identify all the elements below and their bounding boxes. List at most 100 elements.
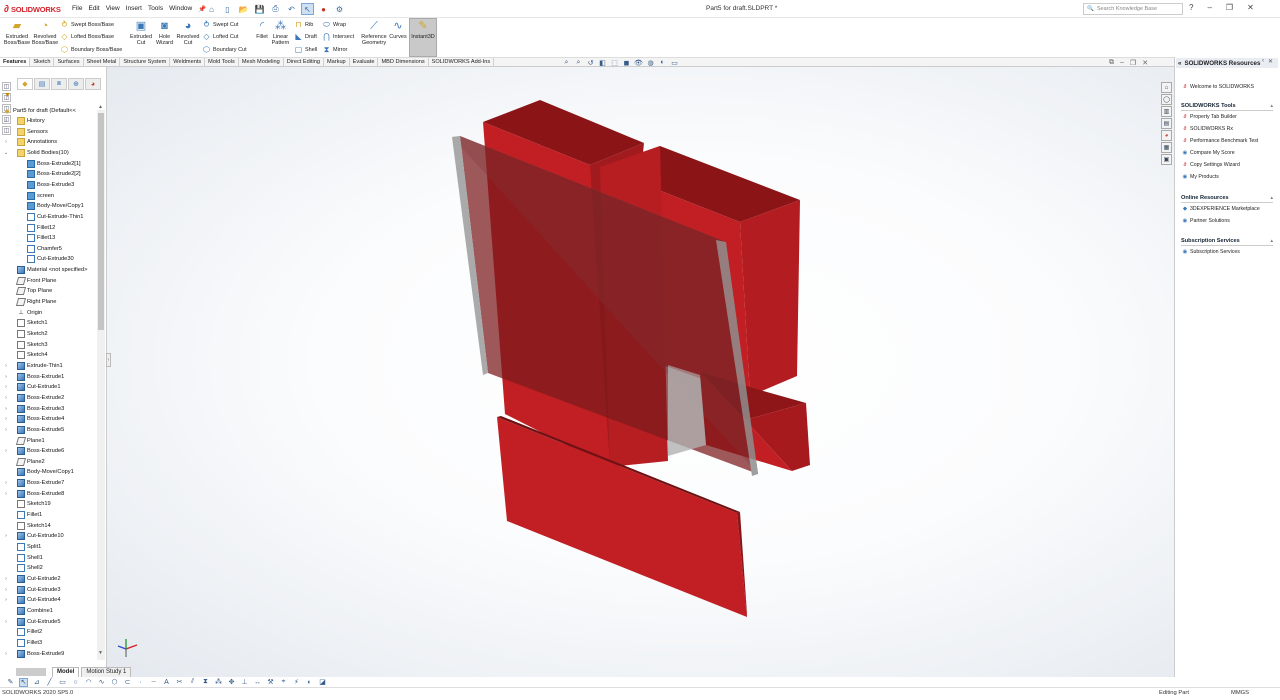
view-orientation-icon[interactable]: ⬚ bbox=[610, 58, 619, 67]
zoom-to-area-icon[interactable]: ⌕ bbox=[574, 58, 583, 67]
circle-icon[interactable]: ○ bbox=[71, 678, 80, 687]
tab-structure-system[interactable]: Structure System bbox=[120, 58, 171, 66]
view-palette-icon[interactable]: ▦ bbox=[1161, 142, 1172, 153]
point-icon[interactable]: · bbox=[136, 678, 145, 687]
minimize-icon[interactable]: – bbox=[1207, 3, 1211, 12]
swept-boss-button[interactable]: ⥁ Swept Boss/Base bbox=[60, 20, 114, 29]
save-icon[interactable]: 💾 bbox=[253, 3, 266, 15]
link-solidworks-rx[interactable]: ∂ SOLIDWORKS Rx bbox=[1182, 126, 1233, 132]
hide-show-items-icon[interactable]: 👁 bbox=[634, 58, 643, 67]
custom-properties-icon[interactable]: ▣ bbox=[1161, 154, 1172, 165]
strip-tool-icon[interactable]: ◫ bbox=[2, 82, 11, 91]
3d-contents-icon[interactable]: ◯ bbox=[1161, 94, 1172, 105]
repair-icon[interactable]: ⚒ bbox=[266, 678, 275, 687]
tree-expander-icon[interactable]: › bbox=[3, 416, 9, 422]
revolved-cut-button[interactable]: ◕ Revolved Cut bbox=[176, 19, 200, 47]
tree-item[interactable]: › Cut-Extrude1 bbox=[5, 382, 61, 392]
previous-view-icon[interactable]: ↺ bbox=[586, 58, 595, 67]
restore-icon[interactable]: ❐ bbox=[1226, 3, 1233, 12]
tree-item[interactable]: Top Plane bbox=[15, 286, 52, 296]
pattern-icon[interactable]: ⁂ bbox=[214, 678, 223, 687]
tab-configuration-manager[interactable]: ⧈ bbox=[51, 78, 67, 90]
link-3dexperience-marketplace[interactable]: ◆ 3DEXPERIENCE Marketplace bbox=[1182, 206, 1260, 212]
tree-item[interactable]: Combine1 bbox=[17, 606, 53, 616]
link-partner-solutions[interactable]: ◉ Partner Solutions bbox=[1182, 218, 1230, 224]
zoom-to-fit-icon[interactable]: ⌕ bbox=[562, 58, 571, 67]
rapid-sketch-icon[interactable]: ⚡ bbox=[292, 678, 301, 687]
tree-item[interactable]: Shell2 bbox=[17, 563, 43, 573]
menu-insert[interactable]: Insert bbox=[126, 5, 142, 13]
home-icon[interactable]: ⌂ bbox=[1161, 82, 1172, 93]
boundary-cut-button[interactable]: ⬡ Boundary Cut bbox=[202, 45, 247, 54]
section-solidworks-tools[interactable]: SOLIDWORKS Tools ▴ bbox=[1181, 103, 1273, 111]
help-icon[interactable]: ? bbox=[1189, 3, 1193, 12]
tree-expander-icon[interactable]: › bbox=[3, 118, 9, 124]
linear-pattern-button[interactable]: ⁂ Linear Pattern bbox=[270, 19, 291, 47]
menu-file[interactable]: File bbox=[72, 5, 82, 13]
link-compare-my-score[interactable]: ◉ Compare My Score bbox=[1182, 150, 1235, 156]
instant3d-button[interactable]: ✎ Instant3D bbox=[409, 18, 437, 57]
tree-item[interactable]: ⌄ Solid Bodies(10) bbox=[4, 148, 69, 158]
tree-expander-icon[interactable]: › bbox=[3, 619, 9, 625]
link-property-tab-builder[interactable]: ∂ Property Tab Builder bbox=[1182, 114, 1237, 120]
tree-item[interactable]: Sketch19 bbox=[17, 499, 51, 509]
shaded-contours-icon[interactable]: ◪ bbox=[318, 678, 327, 687]
tree-expander-icon[interactable]: › bbox=[3, 395, 9, 401]
line-icon[interactable]: ╱ bbox=[45, 678, 54, 687]
print-icon[interactable]: ⎙ bbox=[269, 3, 282, 15]
tree-item[interactable]: Plane2 bbox=[15, 457, 45, 467]
text-icon[interactable]: A bbox=[162, 678, 171, 687]
file-explorer-icon[interactable]: ▤ bbox=[1161, 118, 1172, 129]
tab-sheet-metal[interactable]: Sheet Metal bbox=[84, 58, 121, 66]
tree-item[interactable]: › History bbox=[5, 116, 45, 126]
link-performance-benchmark[interactable]: ∂ Performance Benchmark Test bbox=[1182, 138, 1259, 144]
tab-mold-tools[interactable]: Mold Tools bbox=[205, 58, 239, 66]
swept-cut-button[interactable]: ⥁ Swept Cut bbox=[202, 20, 239, 29]
quick-snaps-icon[interactable]: ⌖ bbox=[279, 678, 288, 687]
tree-expander-icon[interactable]: › bbox=[3, 427, 9, 433]
tree-item[interactable]: › Cut-Extrude4 bbox=[5, 595, 61, 605]
tree-item[interactable]: › Annotations bbox=[5, 137, 57, 147]
tree-item[interactable]: Cut-Extrude-Thin1 bbox=[27, 212, 83, 222]
tree-item[interactable]: › Boss-Extrude9 bbox=[5, 649, 64, 659]
tab-display-manager[interactable]: ◕ bbox=[85, 78, 101, 90]
viewport-split-icon[interactable]: ⧉ bbox=[1109, 59, 1114, 67]
rib-button[interactable]: ⊓ Rib bbox=[294, 20, 313, 29]
reference-geometry-button[interactable]: ⟋ Reference Geometry bbox=[359, 19, 389, 47]
select-pointer-icon[interactable]: ↖ bbox=[301, 3, 314, 15]
home-icon[interactable]: ⌂ bbox=[205, 3, 218, 15]
link-subscription-services[interactable]: ◉ Subscription Services bbox=[1182, 249, 1240, 255]
open-folder-icon[interactable]: 📂 bbox=[237, 3, 250, 15]
solidworks-logo[interactable]: ∂ SOLIDWORKS bbox=[4, 3, 61, 15]
polygon-icon[interactable]: ⬡ bbox=[110, 678, 119, 687]
tab-dimxpert-manager[interactable]: ⊕ bbox=[68, 78, 84, 90]
boundary-boss-button[interactable]: ⬡ Boundary Boss/Base bbox=[60, 45, 122, 54]
tree-item[interactable]: › Boss-Extrude3 bbox=[5, 404, 64, 414]
tree-item[interactable]: Boss-Extrude2[2] bbox=[27, 169, 81, 179]
scroll-down-icon[interactable]: ▼ bbox=[98, 650, 103, 656]
tab-direct-editing[interactable]: Direct Editing bbox=[284, 58, 325, 66]
offset-icon[interactable]: ⫽ bbox=[188, 678, 197, 687]
tab-evaluate[interactable]: Evaluate bbox=[350, 58, 379, 66]
collapse-icon[interactable]: ▴ bbox=[1270, 238, 1273, 244]
tree-item[interactable]: Fillet13 bbox=[27, 233, 55, 243]
tab-model[interactable]: Model bbox=[52, 666, 80, 678]
tree-item[interactable]: Sketch3 bbox=[17, 340, 48, 350]
toolbar-expand-icon[interactable]: ⊿ bbox=[32, 678, 41, 687]
apply-scene-icon[interactable]: ◐ bbox=[658, 58, 667, 67]
tree-item[interactable]: Sketch14 bbox=[17, 521, 51, 531]
move-entities-icon[interactable]: ✥ bbox=[227, 678, 236, 687]
tab-surfaces[interactable]: Surfaces bbox=[54, 58, 84, 66]
trim-icon[interactable]: ✂ bbox=[175, 678, 184, 687]
intersect-button[interactable]: ⋂ Intersect bbox=[322, 32, 354, 41]
status-units[interactable]: MMGS bbox=[1231, 690, 1249, 696]
viewport-restore-icon[interactable]: ❐ bbox=[1130, 59, 1136, 67]
tree-item[interactable]: Fillet3 bbox=[17, 638, 42, 648]
draft-button[interactable]: ◣ Draft bbox=[294, 32, 317, 41]
mirror-button[interactable]: ⧗ Mirror bbox=[322, 45, 348, 54]
tree-item[interactable]: › Boss-Extrude7 bbox=[5, 478, 64, 488]
tab-mbd-dimensions[interactable]: MBD Dimensions bbox=[378, 58, 429, 66]
tree-item[interactable]: Front Plane bbox=[15, 276, 56, 286]
tree-item[interactable]: screen bbox=[27, 191, 54, 201]
relations-icon[interactable]: ⊥ bbox=[240, 678, 249, 687]
